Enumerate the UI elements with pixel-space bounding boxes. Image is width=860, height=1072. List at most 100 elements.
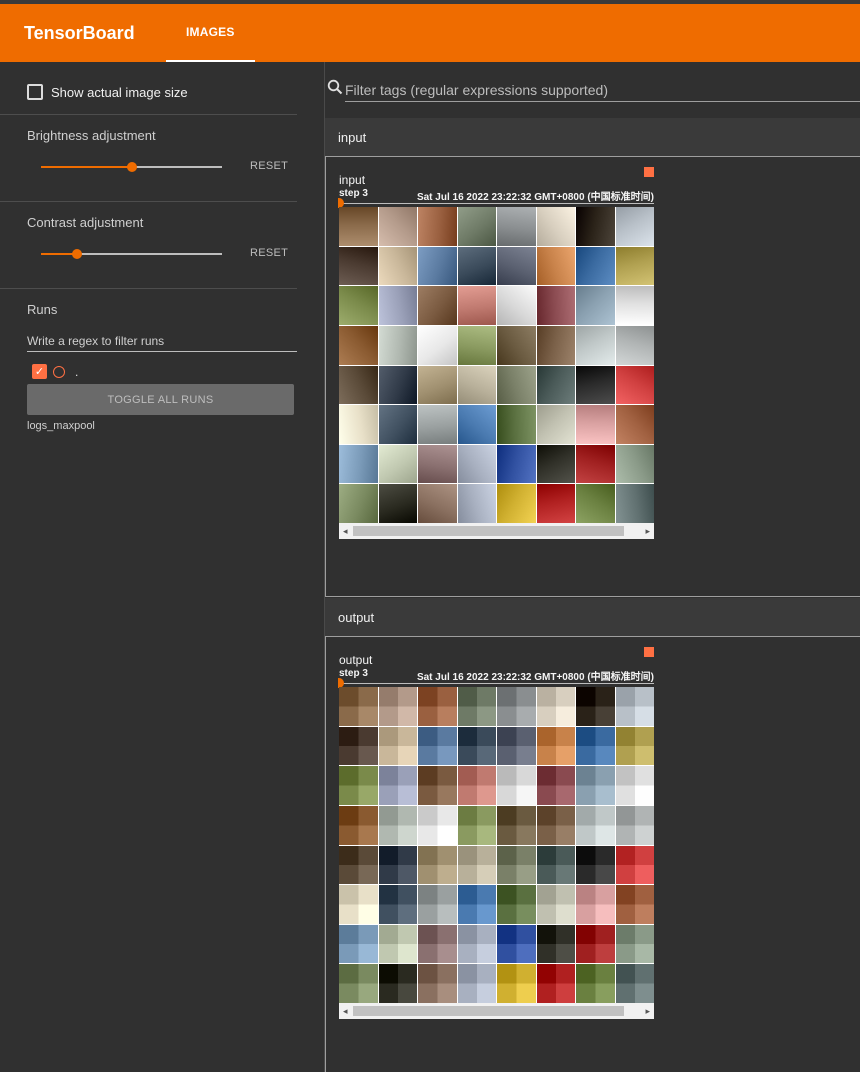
image-thumbnail <box>615 246 654 286</box>
tag-filter-input[interactable] <box>345 78 860 102</box>
scroll-right-icon[interactable]: ▸ <box>645 1006 650 1017</box>
image-thumbnail <box>536 845 575 885</box>
image-thumbnail <box>497 687 536 726</box>
image-thumbnail <box>457 687 496 726</box>
toggle-all-runs-button[interactable]: TOGGLE ALL RUNS <box>27 384 294 415</box>
image-thumbnail <box>418 885 457 924</box>
brightness-thumb[interactable] <box>126 162 137 172</box>
scrollbar-thumb[interactable] <box>353 1006 624 1016</box>
image-thumbnail <box>576 805 615 845</box>
scrollbar-thumb[interactable] <box>353 526 624 536</box>
brightness-track <box>131 166 222 168</box>
image-thumbnail <box>418 845 457 885</box>
image-thumbnail <box>378 484 417 523</box>
image-thumbnail <box>378 365 417 405</box>
image-thumbnail <box>576 286 615 325</box>
divider <box>0 114 297 115</box>
run-checkbox[interactable]: ✓ <box>32 364 47 379</box>
category-header-output[interactable]: output <box>325 598 860 636</box>
image-thumbnail <box>497 246 536 286</box>
image-thumbnail <box>576 924 615 964</box>
run-item[interactable]: ✓ . <box>32 364 78 379</box>
brightness-track-active <box>41 166 132 168</box>
image-thumbnail <box>339 484 378 523</box>
tab-images[interactable]: IMAGES <box>166 4 255 62</box>
image-thumbnail <box>497 885 536 924</box>
image-thumbnail <box>497 924 536 964</box>
image-thumbnail <box>536 964 575 1003</box>
card-timestamp: Sat Jul 16 2022 23:22:32 GMT+0800 (中国标准时… <box>416 192 654 203</box>
image-thumbnail <box>576 484 615 523</box>
step-slider-track[interactable] <box>339 683 654 684</box>
image-thumbnail <box>615 805 654 845</box>
image-thumbnail <box>497 365 536 405</box>
image-thumbnail <box>615 964 654 1003</box>
image-thumbnail <box>378 207 417 246</box>
image-thumbnail <box>418 805 457 845</box>
image-thumbnail <box>339 885 378 924</box>
brightness-slider[interactable] <box>41 160 222 174</box>
scroll-left-icon[interactable]: ◂ <box>343 526 348 537</box>
image-thumbnail <box>339 924 378 964</box>
runs-filter-input[interactable] <box>27 330 297 352</box>
image-thumbnail <box>615 365 654 405</box>
image-thumbnail <box>536 207 575 246</box>
image-thumbnail <box>457 365 496 405</box>
search-icon <box>327 79 343 95</box>
image-thumbnail <box>378 924 417 964</box>
contrast-reset-button[interactable]: RESET <box>250 247 288 259</box>
image-thumbnail <box>497 964 536 1003</box>
scroll-right-icon[interactable]: ▸ <box>645 526 650 537</box>
card-timestamp: Sat Jul 16 2022 23:22:32 GMT+0800 (中国标准时… <box>416 672 654 683</box>
divider <box>0 201 297 202</box>
run-group-label: logs_maxpool <box>27 420 95 432</box>
brightness-reset-button[interactable]: RESET <box>250 160 288 172</box>
image-thumbnail <box>536 924 575 964</box>
brightness-title: Brightness adjustment <box>27 128 156 143</box>
image-thumbnail <box>457 766 496 805</box>
image-thumbnail <box>497 325 536 365</box>
image-thumbnail <box>615 444 654 484</box>
image-thumbnail <box>576 964 615 1003</box>
image-thumbnail <box>378 687 417 726</box>
horizontal-scrollbar[interactable]: ◂ ▸ <box>339 523 654 539</box>
image-thumbnail <box>497 845 536 885</box>
image-thumbnail <box>536 885 575 924</box>
contrast-track <box>77 253 222 255</box>
image-thumbnail <box>536 325 575 365</box>
image-thumbnail <box>536 365 575 405</box>
image-thumbnail <box>615 924 654 964</box>
image-thumbnail <box>576 845 615 885</box>
contrast-slider[interactable] <box>41 247 222 261</box>
category-header-input[interactable]: input <box>325 118 860 156</box>
image-thumbnail <box>339 964 378 1003</box>
image-thumbnail <box>378 845 417 885</box>
step-slider-track[interactable] <box>339 203 654 204</box>
contrast-thumb[interactable] <box>72 249 83 259</box>
run-color-icon <box>53 365 65 378</box>
scroll-left-icon[interactable]: ◂ <box>343 1006 348 1017</box>
runs-title: Runs <box>27 302 58 317</box>
image-thumbnail <box>378 766 417 805</box>
image-thumbnail <box>339 405 378 444</box>
image-thumbnail <box>418 687 457 726</box>
horizontal-scrollbar[interactable]: ◂ ▸ <box>339 1003 654 1019</box>
sidebar: Show actual image size Brightness adjust… <box>0 62 324 1072</box>
image-thumbnail <box>378 246 417 286</box>
show-actual-size-toggle[interactable]: Show actual image size <box>27 84 188 100</box>
image-thumbnail <box>576 365 615 405</box>
image-card-input: input step 3 Sat Jul 16 2022 23:22:32 GM… <box>338 167 654 543</box>
image-thumbnail <box>497 726 536 766</box>
image-grid <box>339 207 654 523</box>
image-thumbnail <box>457 286 496 325</box>
card-step: step 3 <box>339 668 368 679</box>
image-thumbnail <box>418 286 457 325</box>
divider <box>0 288 297 289</box>
image-thumbnail <box>615 484 654 523</box>
image-thumbnail <box>497 444 536 484</box>
card-step: step 3 <box>339 188 368 199</box>
image-thumbnail <box>378 325 417 365</box>
image-thumbnail <box>536 687 575 726</box>
show-actual-size-checkbox[interactable] <box>27 84 43 100</box>
image-thumbnail <box>615 325 654 365</box>
